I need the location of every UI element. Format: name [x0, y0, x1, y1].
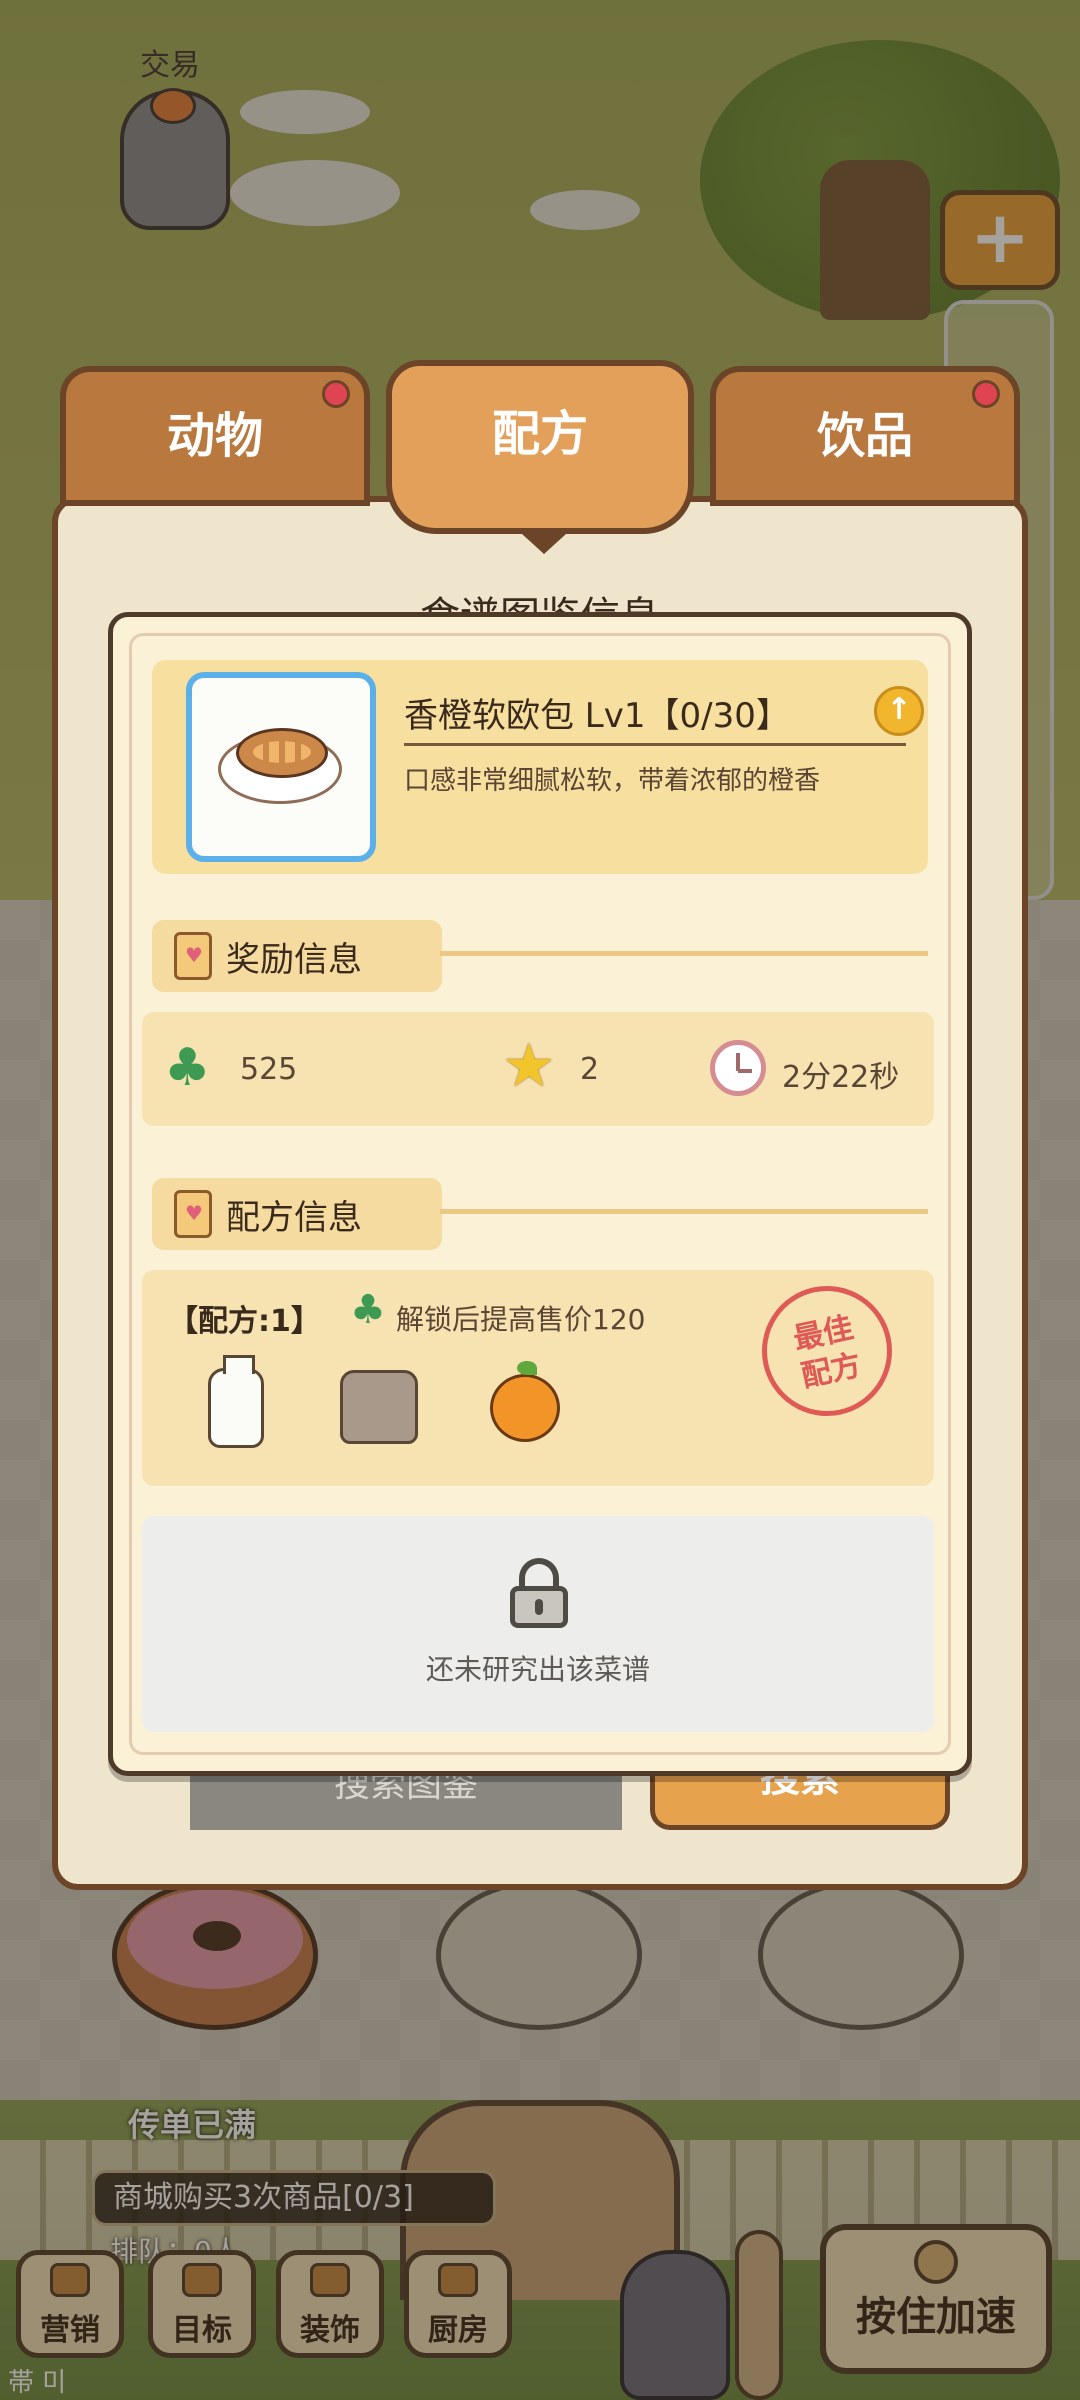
tab-animal-label: 动物	[166, 408, 263, 464]
tab-drink[interactable]: 饮品	[710, 366, 1020, 506]
milk-icon	[208, 1355, 264, 1448]
reward-section-title: 奖励信息	[226, 940, 362, 980]
recipe-count: 【配方:1】	[168, 1304, 321, 1339]
time-reward-value: 2分22秒	[782, 1060, 900, 1095]
star-icon: ★	[502, 1031, 556, 1101]
flour-bag-icon	[340, 1370, 418, 1444]
clover-reward-value: 525	[240, 1052, 298, 1087]
star-reward-value: 2	[580, 1052, 600, 1087]
reward-section-header: 奖励信息	[152, 920, 442, 992]
clock-icon	[710, 1040, 766, 1096]
item-title: 香橙软欧包 Lv1【0/30】	[404, 696, 790, 736]
title-divider	[404, 743, 906, 746]
recipe-section-title: 配方信息	[226, 1198, 362, 1238]
item-description: 口感非常细腻松软，带着浓郁的橙香	[404, 766, 821, 796]
tab-recipe-label: 配方	[491, 406, 588, 462]
clipboard-icon	[174, 1190, 212, 1238]
orange-icon	[490, 1361, 560, 1442]
notification-dot-icon	[972, 380, 1000, 408]
tab-animal[interactable]: 动物	[60, 366, 370, 506]
notification-dot-icon	[322, 380, 350, 408]
section-divider	[440, 1209, 928, 1214]
clover-icon: ♣	[164, 1038, 211, 1098]
arrow-up-icon[interactable]: ↑	[874, 686, 924, 736]
bread-icon	[236, 728, 328, 778]
clipboard-icon	[174, 932, 212, 980]
recipe-section-header: 配方信息	[152, 1178, 442, 1250]
unlock-bonus-text: 解锁后提高售价120	[396, 1303, 646, 1336]
locked-message: 还未研究出该菜谱	[426, 1653, 651, 1686]
section-divider	[440, 951, 928, 956]
tab-recipe[interactable]: 配方	[386, 360, 694, 554]
lock-icon	[510, 1558, 568, 1628]
clover-icon: ♣	[350, 1287, 386, 1333]
tab-drink-label: 饮品	[816, 408, 913, 464]
